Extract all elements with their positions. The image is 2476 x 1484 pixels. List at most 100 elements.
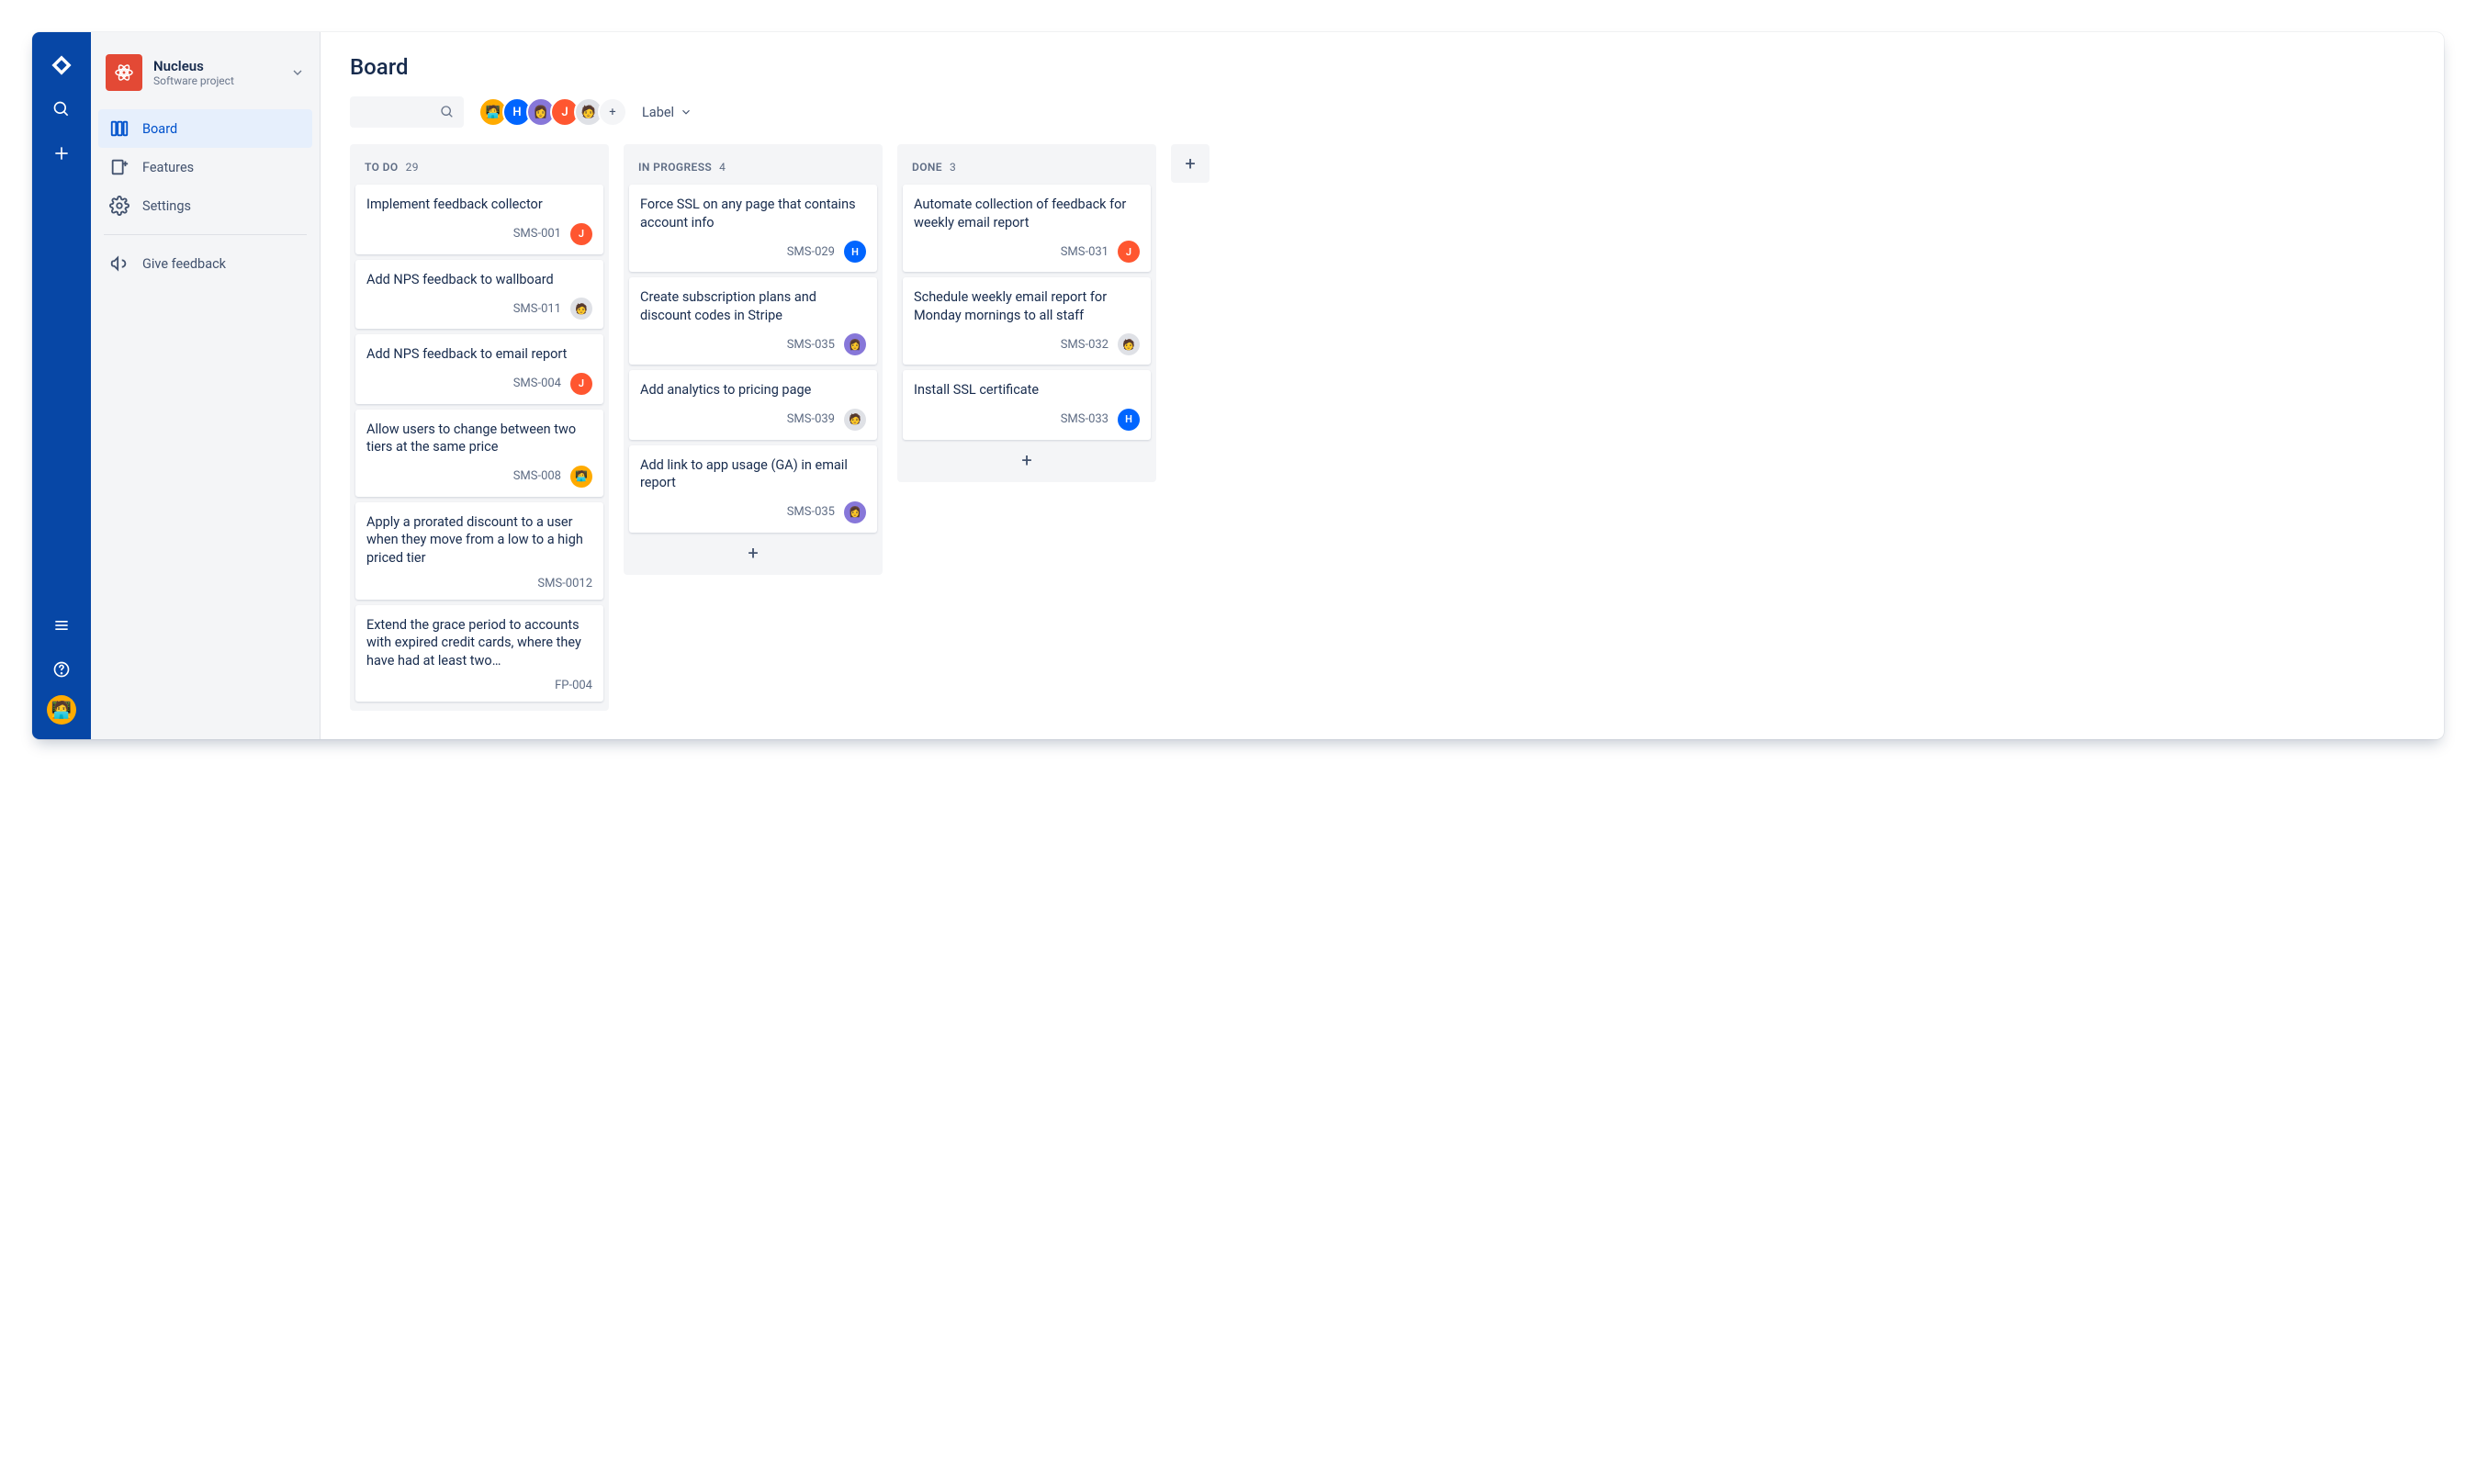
card-assignee-avatar: 🧑‍💻: [570, 466, 592, 488]
issue-key: SMS-039: [787, 412, 835, 426]
card-list: Force SSL on any page that contains acco…: [629, 185, 877, 533]
issue-key: SMS-035: [787, 505, 835, 519]
card-footer: SMS-039 🧑: [640, 409, 866, 431]
sidebar-nav: Board Features Settings Give feedback: [98, 109, 312, 283]
card-footer: SMS-031 J: [914, 241, 1140, 263]
issue-key: SMS-031: [1061, 245, 1109, 259]
search-icon: [440, 105, 455, 119]
add-card-button[interactable]: +: [629, 533, 877, 566]
label-filter-dropdown[interactable]: Label: [642, 105, 692, 120]
add-card-button[interactable]: +: [903, 440, 1151, 473]
column-header[interactable]: In progress4: [629, 152, 877, 185]
column-count: 29: [406, 161, 419, 174]
card-title: Install SSL certificate: [914, 381, 1140, 399]
sidebar-item-board[interactable]: Board: [98, 109, 312, 148]
board-toolbar: 🧑‍💻H👩J🧑+ Label: [350, 96, 2414, 128]
card-title: Apply a prorated discount to a user when…: [366, 513, 592, 568]
nav-divider: [104, 234, 307, 235]
product-logo-icon[interactable]: [43, 47, 80, 84]
issue-key: SMS-033: [1061, 412, 1109, 426]
card-footer: FP-004: [366, 679, 592, 692]
card-footer: SMS-035 👩: [640, 333, 866, 355]
issue-key: SMS-0012: [537, 577, 592, 590]
board-icon: [109, 118, 129, 139]
issue-card[interactable]: Force SSL on any page that contains acco…: [629, 185, 877, 272]
project-sidebar: Nucleus Software project Board Features: [91, 32, 321, 739]
card-list: Automate collection of feedback for week…: [903, 185, 1151, 440]
issue-key: SMS-008: [513, 469, 561, 483]
card-title: Force SSL on any page that contains acco…: [640, 196, 866, 231]
card-title: Create subscription plans and discount c…: [640, 288, 866, 324]
card-list: Implement feedback collectorSMS-001JAdd …: [355, 185, 603, 702]
menu-icon[interactable]: [43, 607, 80, 644]
column-name: To do: [365, 161, 399, 174]
help-icon[interactable]: [43, 651, 80, 688]
card-footer: SMS-004J: [366, 373, 592, 395]
sidebar-item-feedback[interactable]: Give feedback: [98, 244, 312, 283]
label-filter-text: Label: [642, 105, 674, 120]
card-assignee-avatar: 👩: [844, 333, 866, 355]
create-icon[interactable]: [43, 135, 80, 172]
issue-card[interactable]: Add NPS feedback to email reportSMS-004J: [355, 334, 603, 404]
project-switcher[interactable]: Nucleus Software project: [98, 54, 312, 106]
issue-card[interactable]: Automate collection of feedback for week…: [903, 185, 1151, 272]
card-assignee-avatar: 👩: [844, 501, 866, 523]
issue-card[interactable]: Create subscription plans and discount c…: [629, 277, 877, 365]
board-search-input[interactable]: [350, 96, 464, 128]
sidebar-item-features[interactable]: Features: [98, 148, 312, 186]
issue-key: SMS-029: [787, 245, 835, 259]
column-header[interactable]: Done3: [903, 152, 1151, 185]
card-assignee-avatar: J: [570, 373, 592, 395]
project-name: Nucleus: [153, 58, 234, 74]
issue-card[interactable]: Add NPS feedback to wallboardSMS-011🧑: [355, 260, 603, 330]
card-assignee-avatar: 🧑: [844, 409, 866, 431]
issue-card[interactable]: Add link to app usage (GA) in email repo…: [629, 445, 877, 533]
card-footer: SMS-032🧑: [914, 333, 1140, 355]
card-title: Add analytics to pricing page: [640, 381, 866, 399]
add-column-button[interactable]: +: [1171, 144, 1210, 183]
sidebar-item-label: Board: [142, 121, 177, 137]
issue-card[interactable]: Schedule weekly email report for Monday …: [903, 277, 1151, 365]
issue-key: SMS-001: [513, 227, 561, 241]
add-assignee-button[interactable]: +: [598, 97, 627, 127]
card-footer: SMS-011🧑: [366, 298, 592, 320]
card-assignee-avatar: H: [844, 241, 866, 263]
board-column: To do29Implement feedback collectorSMS-0…: [350, 144, 609, 711]
chevron-down-icon: [680, 106, 692, 118]
megaphone-icon: [109, 253, 129, 274]
issue-key: SMS-035: [787, 338, 835, 352]
app-shell: 🧑‍💻 Nucleus Software project Board: [32, 32, 2444, 739]
card-title: Allow users to change between two tiers …: [366, 421, 592, 456]
card-title: Add link to app usage (GA) in email repo…: [640, 456, 866, 492]
page-title: Board: [350, 54, 2414, 80]
global-navigation-rail: 🧑‍💻: [32, 32, 91, 739]
main-content: Board 🧑‍💻H👩J🧑+ Label To do29Implement fe…: [321, 32, 2444, 739]
card-assignee-avatar: J: [1118, 241, 1140, 263]
sidebar-item-settings[interactable]: Settings: [98, 186, 312, 225]
sidebar-item-label: Settings: [142, 198, 191, 214]
card-assignee-avatar: H: [1118, 409, 1140, 431]
gear-icon: [109, 196, 129, 216]
issue-card[interactable]: Implement feedback collectorSMS-001J: [355, 185, 603, 254]
card-footer: SMS-008 🧑‍💻: [366, 466, 592, 488]
issue-card[interactable]: Extend the grace period to accounts with…: [355, 605, 603, 703]
project-icon: [106, 54, 142, 91]
search-icon[interactable]: [43, 91, 80, 128]
profile-avatar[interactable]: 🧑‍💻: [47, 695, 76, 725]
issue-card[interactable]: Apply a prorated discount to a user when…: [355, 502, 603, 600]
issue-card[interactable]: Allow users to change between two tiers …: [355, 410, 603, 497]
issue-card[interactable]: Install SSL certificate SMS-033 H: [903, 370, 1151, 440]
card-title: Automate collection of feedback for week…: [914, 196, 1140, 231]
features-icon: [109, 157, 129, 177]
board-column: In progress4 Force SSL on any page that c…: [624, 144, 883, 575]
card-footer: SMS-033 H: [914, 409, 1140, 431]
column-name: In progress: [638, 161, 712, 174]
sidebar-item-label: Features: [142, 160, 194, 175]
issue-card[interactable]: Add analytics to pricing page SMS-039 🧑: [629, 370, 877, 440]
issue-key: SMS-032: [1061, 338, 1109, 352]
column-name: Done: [912, 161, 942, 174]
chevron-down-icon: [290, 65, 305, 80]
column-header[interactable]: To do 29: [355, 152, 603, 185]
card-assignee-avatar: J: [570, 223, 592, 245]
board-column: Done3 Automate collection of feedback for…: [897, 144, 1156, 482]
